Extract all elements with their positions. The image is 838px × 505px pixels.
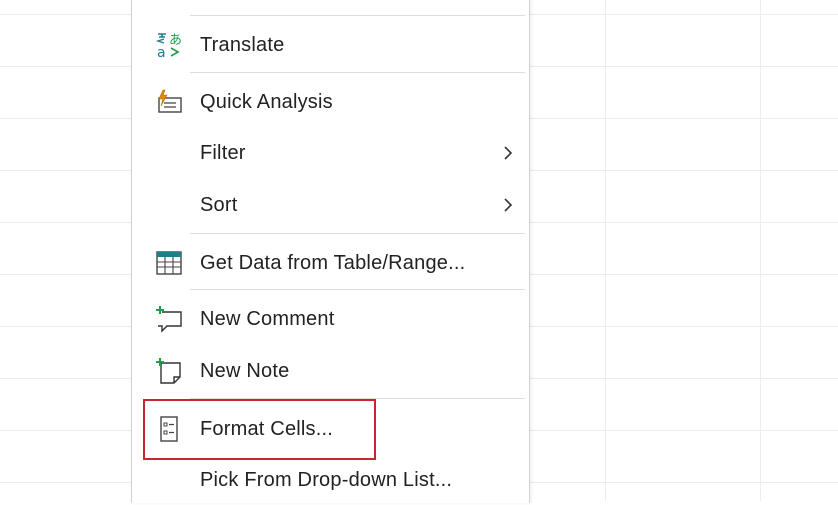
menu-separator — [190, 15, 525, 16]
grid-column-line — [760, 0, 761, 501]
menu-item-label: Translate — [200, 33, 285, 56]
menu-item-label: Quick Analysis — [200, 90, 333, 113]
menu-item-format-cells[interactable]: Format Cells... — [132, 404, 529, 454]
grid-column-line — [605, 0, 606, 501]
menu-item-label: Sort — [200, 193, 238, 216]
menu-item-pick-from-list[interactable]: Pick From Drop-down List... — [132, 455, 529, 505]
menu-item-label: Get Data from Table/Range... — [200, 251, 466, 274]
svg-text:a: a — [157, 45, 166, 60]
chevron-right-icon — [501, 143, 515, 163]
menu-item-new-comment[interactable]: New Comment — [132, 294, 529, 344]
menu-item-get-data[interactable]: Get Data from Table/Range... — [132, 238, 529, 288]
menu-item-label: Filter — [200, 141, 246, 164]
menu-item-translate[interactable]: a あ Translate — [132, 20, 529, 70]
new-note-icon — [154, 356, 184, 386]
chevron-right-icon — [501, 195, 515, 215]
svg-text:あ: あ — [169, 33, 182, 48]
menu-separator — [190, 398, 525, 399]
menu-item-filter[interactable]: Filter — [132, 128, 529, 178]
menu-item-label: Format Cells... — [200, 417, 334, 440]
menu-separator — [190, 289, 525, 290]
new-comment-icon — [154, 304, 184, 334]
menu-item-label: New Note — [200, 359, 290, 382]
menu-item-new-note[interactable]: New Note — [132, 346, 529, 396]
format-cells-icon — [154, 414, 184, 444]
quick-analysis-icon — [154, 87, 184, 117]
table-range-icon — [154, 248, 184, 278]
context-menu: a あ Translate Quick Analysis Filter Sort — [131, 0, 530, 503]
menu-separator — [190, 233, 525, 234]
menu-item-sort[interactable]: Sort — [132, 180, 529, 230]
translate-icon: a あ — [154, 30, 184, 60]
menu-item-label: Pick From Drop-down List... — [200, 468, 453, 491]
menu-separator — [190, 72, 525, 73]
menu-item-label: New Comment — [200, 307, 335, 330]
menu-item-quick-analysis[interactable]: Quick Analysis — [132, 77, 529, 127]
